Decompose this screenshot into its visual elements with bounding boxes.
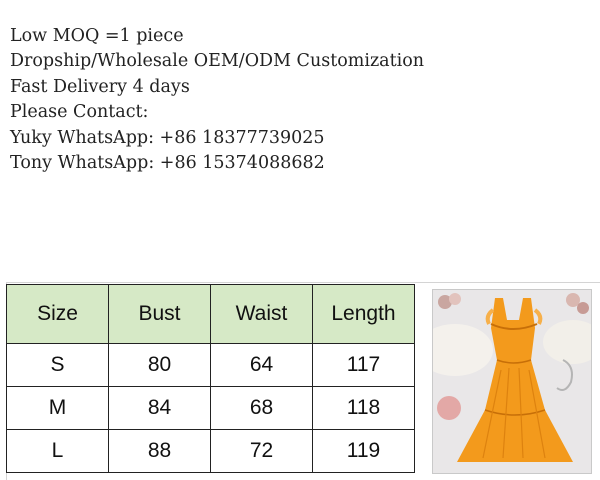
info-line-yuky-whatsapp: Yuky WhatsApp: +86 18377739025 xyxy=(10,127,325,148)
accessory-circle xyxy=(437,396,461,420)
product-info-text: Low MOQ =1 piece Dropship/Wholesale OEM/O… xyxy=(10,24,424,176)
info-line-moq: Low MOQ =1 piece xyxy=(10,26,184,46)
cell-bust: 80 xyxy=(108,343,211,387)
info-line-contact-heading: Please Contact: xyxy=(10,102,149,123)
header-size: Size xyxy=(6,284,109,344)
size-chart-table: Size Bust Waist Length S 80 64 117 M 84 … xyxy=(6,284,415,473)
cell-length: 119 xyxy=(312,429,415,473)
cell-length: 117 xyxy=(312,343,415,387)
cell-waist: 68 xyxy=(210,386,313,430)
size-chart-row-l: L 88 72 119 xyxy=(6,429,415,473)
cell-length: 118 xyxy=(312,386,415,430)
header-waist: Waist xyxy=(210,284,313,344)
cell-waist: 64 xyxy=(210,343,313,387)
cell-size: S xyxy=(6,343,109,387)
header-length: Length xyxy=(312,284,415,344)
info-line-customization: Dropship/Wholesale OEM/ODM Customization xyxy=(10,51,425,72)
size-chart-row-m: M 84 68 118 xyxy=(6,386,415,430)
size-chart-header-row: Size Bust Waist Length xyxy=(6,284,415,344)
dress-illustration xyxy=(433,290,591,473)
cell-size: M xyxy=(6,386,109,430)
info-line-delivery: Fast Delivery 4 days xyxy=(10,76,190,97)
product-photo xyxy=(432,289,592,474)
info-line-tony-whatsapp: Tony WhatsApp: +86 15374088682 xyxy=(10,153,325,174)
size-chart-row-s: S 80 64 117 xyxy=(6,343,415,387)
cell-size: L xyxy=(6,429,109,473)
cell-bust: 84 xyxy=(108,386,211,430)
header-bust: Bust xyxy=(108,284,211,344)
cell-bust: 88 xyxy=(108,429,211,473)
cell-waist: 72 xyxy=(210,429,313,473)
